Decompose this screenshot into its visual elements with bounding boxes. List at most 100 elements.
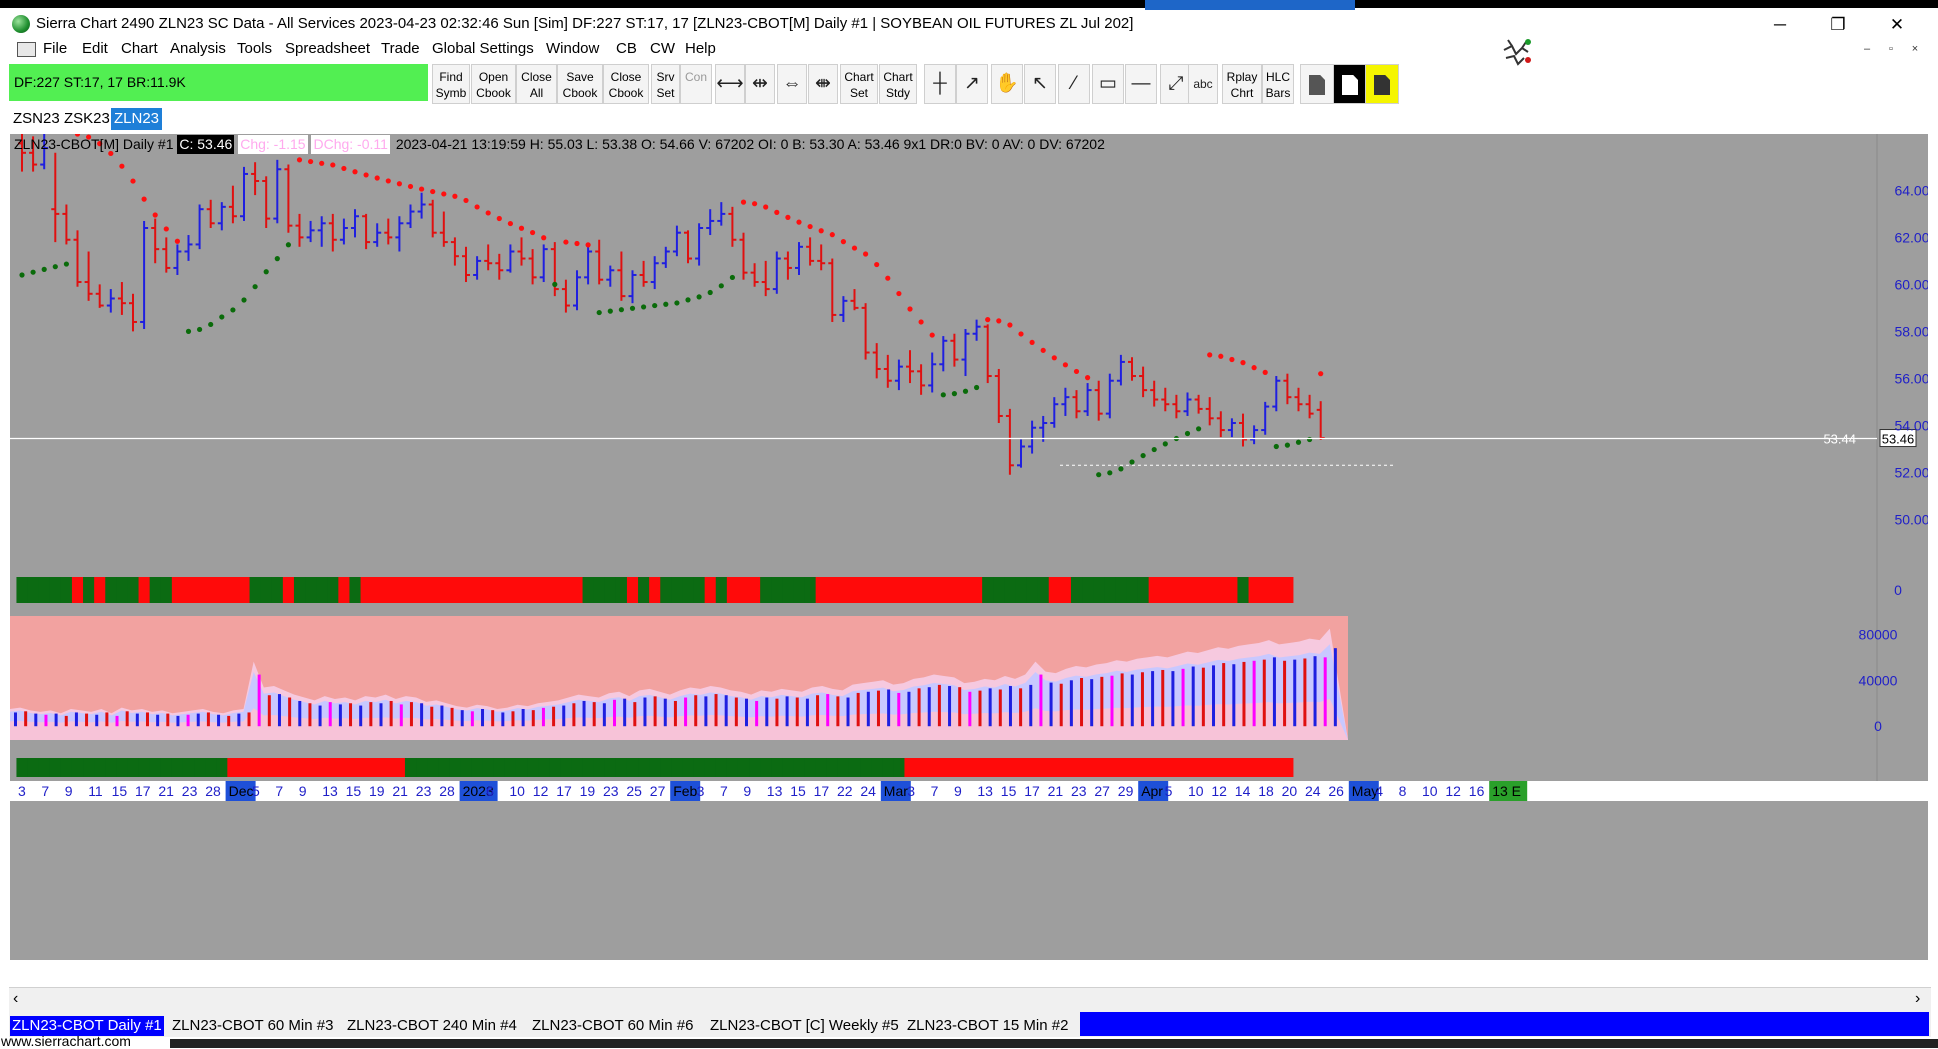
- volume-bar: [267, 695, 271, 727]
- x-axis-tick-label: 8: [1399, 783, 1407, 799]
- band-segment: [1259, 577, 1272, 603]
- psar-dot: [474, 204, 480, 210]
- toolbar-open-cbook-button[interactable]: Open Cbook: [471, 64, 516, 104]
- psar-dot: [52, 264, 58, 270]
- crosshair-icon[interactable]: ┼: [924, 64, 956, 104]
- menu-cw[interactable]: CW: [650, 40, 675, 57]
- menu-window[interactable]: Window: [546, 40, 599, 57]
- scroll-left-icon[interactable]: ‹: [13, 990, 18, 1008]
- menu-global-settings[interactable]: Global Settings: [432, 40, 534, 57]
- x-axis-tick-label: 23: [182, 783, 198, 799]
- band-segment: [338, 758, 350, 777]
- band-segment: [393, 758, 406, 777]
- price-chart[interactable]: 53.44 53.46 64.00 62.00 60.00 58.00 56.00 54.00…: [10, 134, 1928, 960]
- band-segment: [1248, 758, 1261, 777]
- volume-bar: [846, 697, 850, 727]
- x-axis-tick-label: 20: [1282, 783, 1298, 799]
- measure-icon[interactable]: ⟷: [715, 64, 745, 104]
- band-segment: [182, 577, 195, 603]
- volume-bar: [1161, 669, 1165, 727]
- fit-icon[interactable]: ⇔: [777, 64, 807, 104]
- yellow-sheet-icon[interactable]: [1365, 64, 1399, 104]
- chart-tab[interactable]: ZLN23-CBOT [C] Weekly #5: [710, 1016, 899, 1036]
- button-label-line1: Con: [684, 70, 707, 84]
- volume-bar: [795, 697, 799, 727]
- toolbar-chart-set-button[interactable]: Chart Set: [840, 64, 878, 104]
- band-segment: [27, 577, 40, 603]
- menu-help[interactable]: Help: [685, 40, 716, 57]
- mdi-restore-button[interactable]: ▫: [1882, 41, 1900, 57]
- volume-bar: [430, 706, 434, 727]
- toolbar-find-symb-button[interactable]: Find Symb: [432, 64, 470, 104]
- menu-edit[interactable]: Edit: [82, 40, 108, 57]
- horizontal-line-icon[interactable]: —: [1125, 64, 1157, 104]
- chart-area[interactable]: 53.44 53.46 64.00 62.00 60.00 58.00 56.00 54.00…: [10, 134, 1928, 960]
- toolbar-save-cbook-button[interactable]: Save Cbook: [557, 64, 603, 104]
- band-segment: [1226, 758, 1238, 777]
- volume-bar: [643, 697, 647, 727]
- menu-chart[interactable]: Chart: [121, 40, 158, 57]
- scale-icon[interactable]: ⇼: [808, 64, 838, 104]
- x-axis-tick-label: 24: [1305, 783, 1321, 799]
- psar-dot: [796, 219, 802, 225]
- mdi-minimize-button[interactable]: ‒: [1858, 41, 1876, 57]
- volume-bar: [1171, 671, 1175, 727]
- menu-analysis[interactable]: Analysis: [170, 40, 226, 57]
- volume-bar: [196, 713, 200, 727]
- restore-button[interactable]: ❐: [1818, 12, 1858, 38]
- volume-bar: [1303, 658, 1307, 727]
- volume-bar: [552, 706, 556, 727]
- hlc-bars-button[interactable]: HLC Bars: [1262, 64, 1294, 104]
- rectangle-tool-icon[interactable]: ▭: [1092, 64, 1124, 104]
- band-segment: [626, 758, 639, 777]
- band-segment: [371, 758, 384, 777]
- document-icon[interactable]: [17, 42, 36, 57]
- band-segment: [882, 758, 894, 777]
- toolbar-chart-stdy-button[interactable]: Chart Stdy: [879, 64, 917, 104]
- chart-tab[interactable]: ZLN23-CBOT 60 Min #3: [172, 1016, 333, 1036]
- toolbar-srv-set-button[interactable]: Srv Set: [651, 64, 680, 104]
- psar-dot: [1251, 365, 1257, 371]
- band-segment: [1115, 758, 1127, 777]
- hand-tool-icon[interactable]: ✋: [991, 64, 1023, 104]
- band-segment: [527, 758, 539, 777]
- toolbar-close-cbook-button[interactable]: Close Cbook: [603, 64, 649, 104]
- arrow-tool-icon[interactable]: ↗: [956, 64, 988, 104]
- chart-tab[interactable]: ZLN23-CBOT 240 Min #4: [347, 1016, 517, 1036]
- gray-sheet-icon[interactable]: [1300, 64, 1334, 104]
- psar-dot: [41, 266, 47, 273]
- band-segment: [749, 577, 761, 603]
- symbol-tab-zln23[interactable]: ZLN23: [111, 108, 163, 130]
- footer-url[interactable]: www.sierrachart.com: [1, 1033, 131, 1049]
- band-segment: [271, 577, 284, 603]
- stretch-icon[interactable]: ⇹: [745, 64, 775, 104]
- minimize-button[interactable]: ─: [1760, 12, 1800, 38]
- menu-spreadsheet[interactable]: Spreadsheet: [285, 40, 370, 57]
- replay-chart-button[interactable]: Rplay Chrt: [1222, 64, 1262, 104]
- black-sheet-icon[interactable]: [1333, 64, 1367, 104]
- band-segment: [937, 758, 950, 777]
- chart-tab[interactable]: ZLN23-CBOT 60 Min #6: [532, 1016, 693, 1036]
- menu-tools[interactable]: Tools: [237, 40, 272, 57]
- chart-tab[interactable]: ZLN23-CBOT 15 Min #2: [907, 1016, 1068, 1036]
- text-tool-button[interactable]: abc: [1188, 64, 1218, 104]
- symbol-tab-zsn23[interactable]: ZSN23: [10, 108, 63, 130]
- psar-dot: [230, 307, 236, 313]
- line-tool-icon[interactable]: ⁄: [1058, 64, 1090, 104]
- band-segment: [371, 577, 384, 603]
- menu-file[interactable]: File: [43, 40, 67, 57]
- menu-trade[interactable]: Trade: [381, 40, 420, 57]
- toolbar-con-button[interactable]: Con: [680, 64, 712, 104]
- toolbar-close-all-button[interactable]: Close All: [516, 64, 557, 104]
- psar-dot: [652, 302, 658, 309]
- menu-cb[interactable]: CB: [616, 40, 637, 57]
- chart-horizontal-scrollbar[interactable]: ‹ ›: [9, 987, 1931, 1011]
- volume-bar: [816, 695, 820, 727]
- pointer-icon[interactable]: ↖: [1024, 64, 1056, 104]
- button-label-line2: Set: [656, 86, 675, 100]
- close-button[interactable]: ✕: [1877, 12, 1917, 38]
- symbol-tab-zsk23[interactable]: ZSK23: [61, 108, 113, 130]
- mdi-close-button[interactable]: ×: [1906, 41, 1924, 57]
- scroll-right-icon[interactable]: ›: [1915, 990, 1920, 1008]
- band-segment: [782, 758, 794, 777]
